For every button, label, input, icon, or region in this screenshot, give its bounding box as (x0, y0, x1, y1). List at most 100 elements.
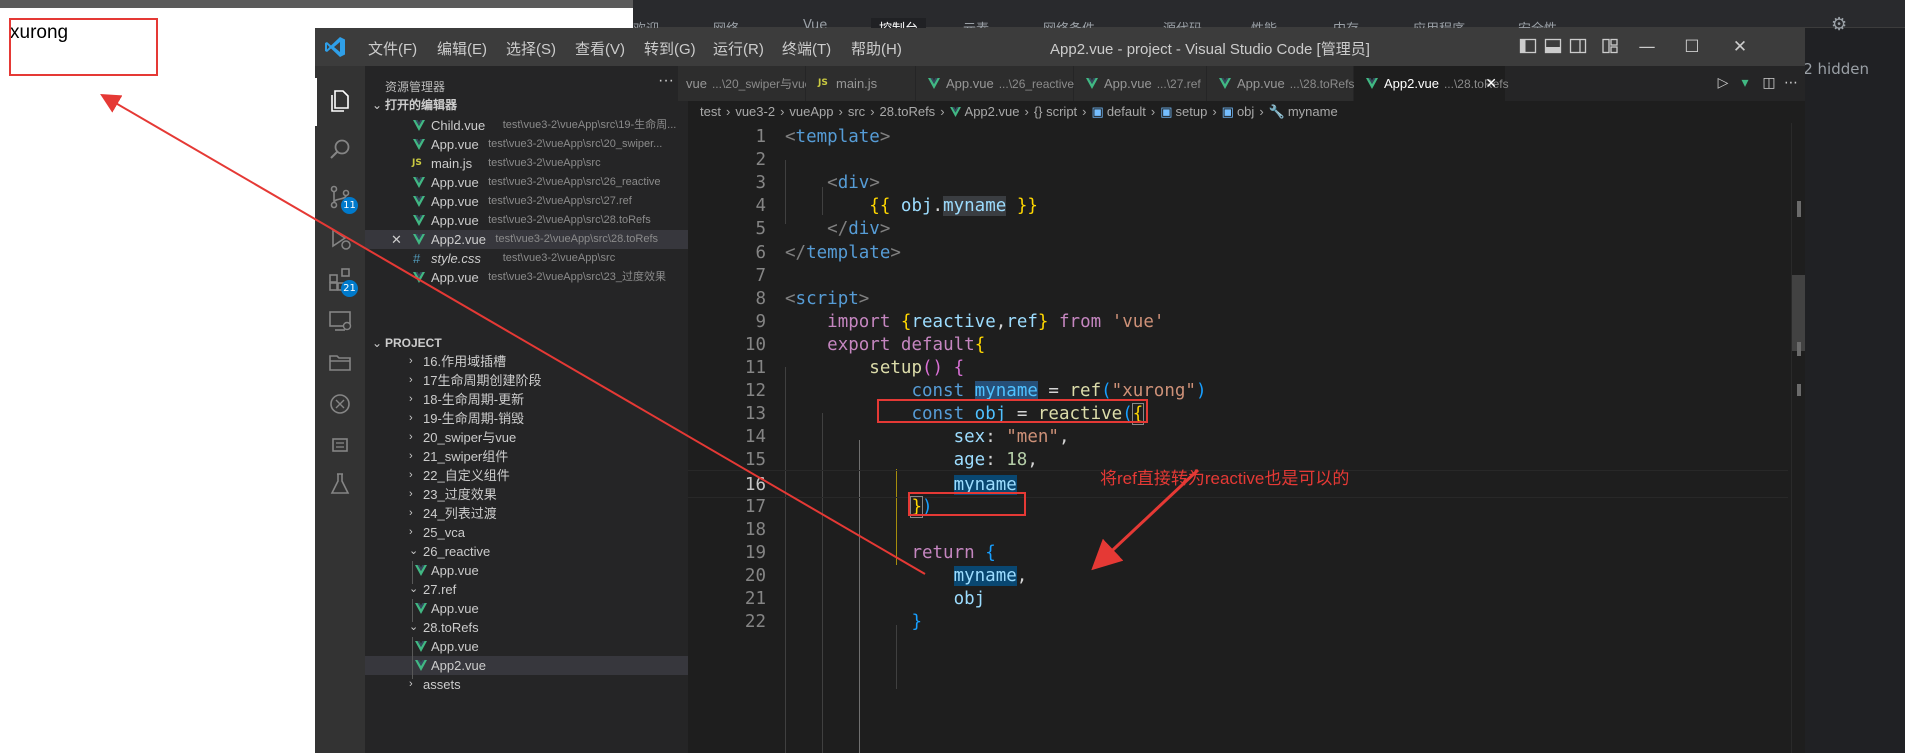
maximize-icon[interactable]: ☐ (1682, 37, 1702, 57)
editor-tab[interactable]: App.vue ...\26_reactive (916, 66, 1074, 101)
menu-view[interactable]: 查看(V) (575, 38, 625, 59)
close-icon[interactable]: ✕ (391, 230, 402, 249)
tree-item[interactable]: › 23_过度效果 (365, 485, 688, 504)
menu-file[interactable]: 文件(F) (368, 38, 417, 59)
editor-tab[interactable]: JS main.js (806, 66, 916, 101)
symbol-icon: ▣ (1160, 104, 1173, 119)
tree-item[interactable]: App.vue (365, 599, 688, 622)
editor-tab[interactable]: App2.vue ...\28.toRefs ✕ (1354, 66, 1509, 101)
more-actions-icon[interactable]: ··· (658, 72, 674, 90)
chevron-right-icon: › (409, 526, 413, 538)
scroll-marker (1797, 201, 1801, 217)
folder-icon[interactable] (327, 349, 353, 375)
toggle-panel-icon[interactable] (1543, 37, 1563, 57)
open-editor-item[interactable]: App.vue test\vue3-2\vueApp\src\23_过度效果 (365, 268, 688, 287)
output-panel-icon[interactable] (327, 432, 353, 458)
tab-description: ...\28.toRefs (1443, 77, 1509, 91)
test-flask-icon[interactable] (327, 471, 353, 497)
code-line[interactable]: 22 } (688, 608, 1788, 636)
breadcrumb-item[interactable]: default (1107, 104, 1146, 119)
breadcrumb-item[interactable]: obj (1237, 104, 1254, 119)
breadcrumb-item[interactable]: src (848, 104, 865, 119)
open-editor-item[interactable]: JS main.js test\vue3-2\vueApp\src (365, 154, 688, 173)
breadcrumb-item[interactable]: vue3-2 (735, 104, 775, 119)
tree-item[interactable]: › 25_vca (365, 523, 688, 542)
titlebar: 文件(F) 编辑(E) 选择(S) 查看(V) 转到(G) 运行(R) 终端(T… (315, 28, 1805, 66)
split-editor-icon[interactable]: ◫ (1760, 74, 1778, 92)
tree-item[interactable]: › 17生命周期创建阶段 (365, 371, 688, 390)
tree-item[interactable]: App2.vue (365, 656, 688, 679)
tree-item[interactable]: › 22_自定义组件 (365, 466, 688, 485)
vue-file-icon (413, 177, 425, 188)
vscode-window: 文件(F) 编辑(E) 选择(S) 查看(V) 转到(G) 运行(R) 终端(T… (315, 28, 1805, 753)
folder-label: 27.ref (423, 582, 457, 597)
tree-item[interactable]: › 24_列表过渡 (365, 504, 688, 523)
tree-item[interactable]: App.vue (365, 561, 688, 584)
breadcrumb-item[interactable]: setup (1176, 104, 1208, 119)
tree-item[interactable]: ⌄ 26_reactive (365, 542, 688, 561)
menu-terminal[interactable]: 终端(T) (782, 38, 831, 59)
scroll-thumb[interactable] (1792, 275, 1805, 351)
open-editors-header[interactable]: ⌄ 打开的编辑器 (365, 94, 688, 116)
open-editor-item[interactable]: App.vue test\vue3-2\vueApp\src\28.toRefs (365, 211, 688, 230)
vue-file-icon (1086, 78, 1098, 89)
editor-tab[interactable]: vue ...\20_swiper与vue (678, 66, 811, 101)
open-editor-item[interactable]: App.vue test\vue3-2\vueApp\src\26_reactiv… (365, 173, 688, 192)
toggle-sidebar-icon[interactable] (1518, 37, 1538, 57)
breadcrumb-item[interactable]: App2.vue (965, 104, 1020, 119)
breadcrumb-item[interactable]: myname (1288, 104, 1338, 119)
run-debug-icon[interactable] (327, 226, 353, 252)
menu-run[interactable]: 运行(R) (713, 38, 764, 59)
line-number: 22 (744, 612, 766, 633)
tab-description: ...\27.ref (1156, 77, 1201, 91)
chevron-right-icon: › (1212, 104, 1217, 119)
tree-item[interactable]: App.vue (365, 637, 688, 660)
project-header[interactable]: ⌄ PROJECT (365, 332, 688, 354)
tree-item[interactable]: › assets (365, 675, 688, 694)
tree-item[interactable]: ⌄ 28.toRefs (365, 618, 688, 637)
devtools-settings-icon[interactable]: ⚙ (1831, 14, 1853, 36)
breadcrumb-item[interactable]: {} script (1034, 104, 1077, 119)
vue-devtools-icon[interactable]: ▾ (1736, 74, 1754, 92)
editor-tab[interactable]: App.vue ...\27.ref (1074, 66, 1207, 101)
menu-edit[interactable]: 编辑(E) (437, 38, 487, 59)
open-editor-item[interactable]: App.vue test\vue3-2\vueApp\src\27.ref (365, 192, 688, 211)
open-editor-path: test\vue3-2\vueApp\src\28.toRefs (488, 214, 651, 226)
tree-item[interactable]: › 18-生命周期-更新 (365, 390, 688, 409)
close-window-icon[interactable]: ✕ (1730, 37, 1750, 57)
tree-item[interactable]: › 19-生命周期-销毁 (365, 409, 688, 428)
explorer-icon[interactable] (327, 88, 353, 114)
run-icon[interactable]: ▷ (1714, 74, 1732, 92)
open-editor-item[interactable]: # style.css test\vue3-2\vueApp\src (365, 249, 688, 268)
tab-label: App2.vue (1384, 76, 1439, 91)
tree-item[interactable]: › 20_swiper与vue (365, 428, 688, 447)
remote-explorer-icon[interactable] (327, 308, 353, 334)
code-text: } (911, 612, 922, 633)
close-tab-icon[interactable]: ✕ (1485, 66, 1497, 101)
open-editor-item[interactable]: ✕ App2.vue test\vue3-2\vueApp\src\28.toRef… (365, 230, 688, 249)
open-editor-item[interactable]: Child.vue test\vue3-2\vueApp\src\19-生命周..… (365, 116, 688, 135)
minimize-icon[interactable]: — (1637, 37, 1657, 57)
menu-go[interactable]: 转到(G) (644, 38, 696, 59)
tab-description: ...\28.toRefs (1289, 77, 1355, 91)
menu-selection[interactable]: 选择(S) (506, 38, 556, 59)
code-editor[interactable]: 1 <template> 2 3 <div> 4 {{ obj.myname }} 5 <… (688, 123, 1788, 753)
breadcrumb-item[interactable]: vueApp (789, 104, 833, 119)
tree-item[interactable]: › 16.作用域插槽 (365, 352, 688, 371)
tab-label: App.vue (946, 76, 994, 91)
open-editor-item[interactable]: App.vue test\vue3-2\vueApp\src\20_swiper.… (365, 135, 688, 154)
menu-help[interactable]: 帮助(H) (851, 38, 902, 59)
breadcrumb-item[interactable]: test (700, 104, 721, 119)
search-icon[interactable] (327, 137, 353, 163)
tree-item[interactable]: › 21_swiper组件 (365, 447, 688, 466)
customize-layout-icon[interactable] (1600, 37, 1620, 57)
toggle-secondary-sidebar-icon[interactable] (1568, 37, 1588, 57)
openai-icon[interactable] (327, 391, 353, 417)
more-icon[interactable]: ⋯ (1782, 74, 1800, 92)
editor-tab[interactable]: App.vue ...\28.toRefs (1207, 66, 1354, 101)
tree-item[interactable]: ⌄ 27.ref (365, 580, 688, 599)
vscode-logo-icon (325, 37, 345, 57)
breadcrumb-item[interactable]: 28.toRefs (880, 104, 936, 119)
vertical-scrollbar[interactable] (1791, 123, 1805, 753)
js-file-icon: JS (412, 158, 422, 168)
